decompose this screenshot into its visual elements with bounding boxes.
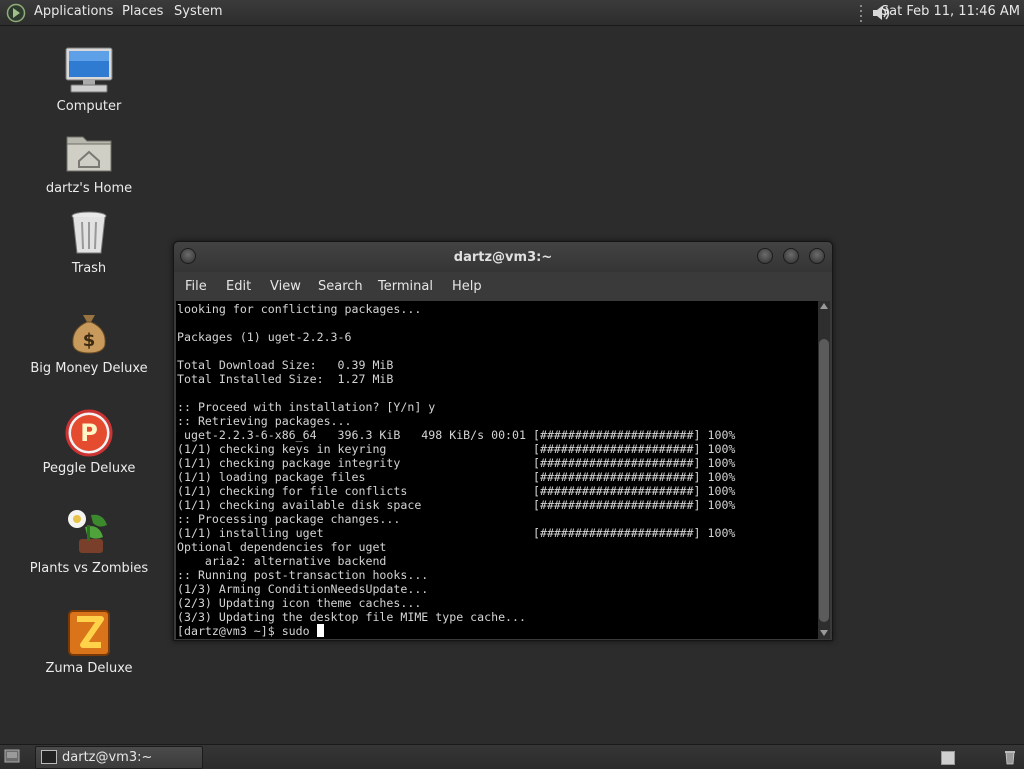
trash-icon [71, 211, 107, 254]
menu-applications[interactable]: Applications [34, 4, 113, 19]
terminal-line: (3/3) Updating the desktop file MIME typ… [177, 610, 527, 624]
svg-text:P: P [80, 419, 98, 447]
terminal-line: :: Retrieving packages... [177, 414, 352, 428]
menu-system[interactable]: System [174, 4, 222, 19]
computer-icon [65, 47, 113, 93]
terminal-icon [41, 750, 57, 764]
peggle-icon: P [65, 409, 113, 457]
scroll-up-arrow-icon[interactable] [820, 303, 828, 309]
workspace-icon[interactable] [941, 751, 955, 765]
desktop-icon-label: Zuma Deluxe [45, 661, 133, 676]
terminal-line: :: Running post-transaction hooks... [177, 568, 429, 582]
desktop-icon-computer[interactable]: Computer [29, 45, 149, 114]
desktop-icon-label: Peggle Deluxe [42, 461, 136, 476]
show-desktop-icon[interactable] [4, 749, 20, 763]
home-folder-icon [66, 136, 112, 172]
desktop-icon-trash[interactable]: Trash [29, 207, 149, 276]
terminal-line: (1/1) installing uget [#################… [177, 526, 736, 540]
terminal-line: looking for conflicting packages... [177, 302, 422, 316]
menu-help[interactable]: Help [452, 279, 482, 294]
panel-handle-icon [860, 5, 862, 22]
terminal-output[interactable]: looking for conflicting packages... Pack… [176, 301, 818, 639]
desktop-icon-big-money[interactable]: $ Big Money Deluxe [29, 307, 149, 376]
terminal-line: (1/3) Arming ConditionNeedsUpdate... [177, 582, 429, 596]
terminal-line: Packages (1) uget-2.2.3-6 [177, 330, 352, 344]
desktop-icon-label: Computer [56, 99, 122, 114]
terminal-line: Total Installed Size: 1.27 MiB [177, 372, 394, 386]
maximize-button[interactable] [783, 248, 799, 264]
terminal-titlebar[interactable]: dartz@vm3:~ [174, 242, 832, 272]
terminal-line: uget-2.2.3-6-x86_64 396.3 KiB 498 KiB/s … [177, 428, 736, 442]
menu-search[interactable]: Search [318, 279, 363, 294]
terminal-scrollbar[interactable] [818, 301, 830, 639]
svg-text:$: $ [83, 330, 96, 351]
terminal-line: :: Processing package changes... [177, 512, 401, 526]
terminal-line: (1/1) checking for file conflicts [#####… [177, 484, 736, 498]
terminal-prompt: [dartz@vm3 ~]$ sudo [177, 624, 317, 638]
minimize-button[interactable] [757, 248, 773, 264]
distro-logo-icon[interactable] [6, 3, 26, 23]
menu-view[interactable]: View [270, 279, 301, 294]
terminal-menubar: File Edit View Search Terminal Help [174, 272, 832, 301]
terminal-line: Optional dependencies for uget [177, 540, 387, 554]
desktop-icon-home[interactable]: dartz's Home [29, 127, 149, 196]
terminal-line: Total Download Size: 0.39 MiB [177, 358, 394, 372]
terminal-line: (1/1) checking keys in keyring [########… [177, 442, 736, 456]
desktop-icon-label: Plants vs Zombies [29, 561, 149, 576]
desktop-icon-label: Trash [71, 261, 107, 276]
terminal-line: aria2: alternative backend [177, 554, 387, 568]
menu-edit[interactable]: Edit [226, 279, 251, 294]
trash-applet-icon[interactable] [1004, 749, 1016, 765]
desktop-icon-peggle[interactable]: P Peggle Deluxe [29, 407, 149, 476]
terminal-line: (1/1) checking package integrity [######… [177, 456, 736, 470]
window-title: dartz@vm3:~ [453, 250, 553, 265]
terminal-line: :: Proceed with installation? [Y/n] y [177, 400, 436, 414]
terminal-cursor [316, 624, 324, 637]
close-button[interactable] [809, 248, 825, 264]
scroll-thumb[interactable] [819, 339, 829, 622]
taskbar-item-label: dartz@vm3:~ [62, 750, 153, 765]
terminal-text: looking for conflicting packages... Pack… [176, 301, 818, 638]
desktop-icon-plants-vs-zombies[interactable]: Plants vs Zombies [29, 507, 149, 576]
money-bag-icon: $ [72, 315, 106, 354]
menu-places[interactable]: Places [122, 4, 163, 19]
taskbar-item-terminal[interactable]: dartz@vm3:~ [35, 746, 203, 769]
top-panel: Applications Places System Sat Feb 11, 1… [0, 0, 1024, 26]
clock[interactable]: Sat Feb 11, 11:46 AM [881, 4, 1020, 19]
menu-terminal[interactable]: Terminal [378, 279, 433, 294]
menu-file[interactable]: File [185, 279, 207, 294]
desktop-icon-label: Big Money Deluxe [30, 361, 148, 376]
terminal-line: (1/1) loading package files [###########… [177, 470, 736, 484]
terminal-line: (1/1) checking available disk space [###… [177, 498, 736, 512]
terminal-window[interactable]: dartz@vm3:~ File Edit View Search Termin… [173, 241, 833, 641]
plants-vs-zombies-icon [68, 510, 107, 553]
desktop-icon-zuma[interactable]: Zuma Deluxe [29, 607, 149, 676]
terminal-line: (2/3) Updating icon theme caches... [177, 596, 422, 610]
bottom-panel: dartz@vm3:~ [0, 744, 1024, 769]
desktop-icon-label: dartz's Home [45, 181, 133, 196]
zuma-icon [68, 610, 110, 656]
scroll-down-arrow-icon[interactable] [820, 630, 828, 636]
